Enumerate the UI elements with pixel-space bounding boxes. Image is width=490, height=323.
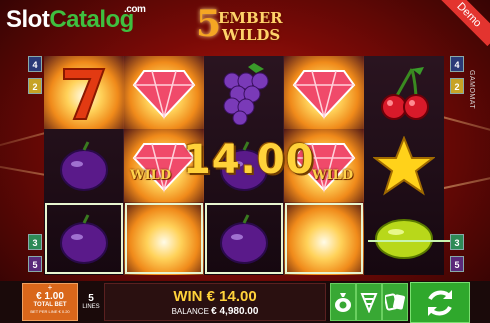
game-title-line2: WILDS — [222, 26, 281, 44]
line-button-right-3[interactable]: 3 — [450, 234, 464, 250]
line-button-right-4[interactable]: 4 — [450, 56, 464, 72]
win-line — [368, 240, 450, 242]
balance-label: BALANCE — [171, 307, 209, 316]
wild-label: WILD — [130, 168, 172, 183]
win-balance-panel: WIN € 14.00 BALANCE € 4,980.00 — [104, 283, 326, 321]
game-title: 5 EMBER WILDS — [196, 3, 296, 45]
lemon-icon — [364, 202, 444, 275]
provider-label: GAMOMAT — [468, 70, 475, 110]
cherries-icon — [364, 56, 444, 129]
spin-icon — [428, 289, 452, 316]
paytable-button[interactable] — [356, 283, 382, 321]
diamond-icon — [124, 56, 204, 129]
lines-label: LINES — [82, 304, 100, 310]
cards-button[interactable] — [382, 283, 408, 321]
star-icon — [364, 129, 444, 202]
line-button-left-4[interactable]: 4 — [28, 56, 42, 72]
line-button-left-5[interactable]: 5 — [28, 256, 42, 272]
grapes-icon — [204, 56, 284, 129]
wild-label: WILD — [312, 168, 354, 183]
bet-label: TOTAL BET — [33, 302, 67, 308]
cards-icon — [385, 293, 405, 311]
gamble-button[interactable] — [330, 283, 356, 321]
win-amount-display: 14.00 — [183, 137, 315, 183]
bet-per-line: BET PER LINE € 0.20 — [30, 309, 70, 314]
game-title-line1: EMBER — [218, 9, 283, 27]
balance: BALANCE € 4,980.00 — [105, 306, 325, 317]
paytable-icon — [360, 293, 378, 313]
flame-icon — [284, 202, 364, 275]
seven-icon — [44, 56, 124, 129]
flame-icon — [124, 202, 204, 275]
reel-1 — [44, 56, 124, 275]
win-text: WIN € 14.00 — [173, 288, 257, 305]
lines-count: 5 — [88, 293, 94, 304]
total-bet-button[interactable]: + € 1.00 TOTAL BET BET PER LINE € 0.20 — [22, 283, 78, 321]
spin-button[interactable] — [410, 282, 470, 323]
lines-display: 5 LINES — [80, 283, 102, 321]
diamond-icon — [284, 56, 364, 129]
line-button-left-2[interactable]: 2 — [28, 78, 42, 94]
line-button-left-3[interactable]: 3 — [28, 234, 42, 250]
line-button-right-5[interactable]: 5 — [450, 256, 464, 272]
plum-icon — [204, 202, 284, 275]
bet-amount: € 1.00 — [36, 291, 64, 302]
plum-icon — [44, 202, 124, 275]
money-bag-icon — [335, 293, 351, 312]
site-logo: SlotCatalog .com — [6, 4, 146, 33]
line-button-right-2[interactable]: 2 — [450, 78, 464, 94]
plum-icon — [44, 129, 124, 202]
reel-5 — [364, 56, 444, 275]
balance-value: € 4,980.00 — [211, 306, 259, 317]
